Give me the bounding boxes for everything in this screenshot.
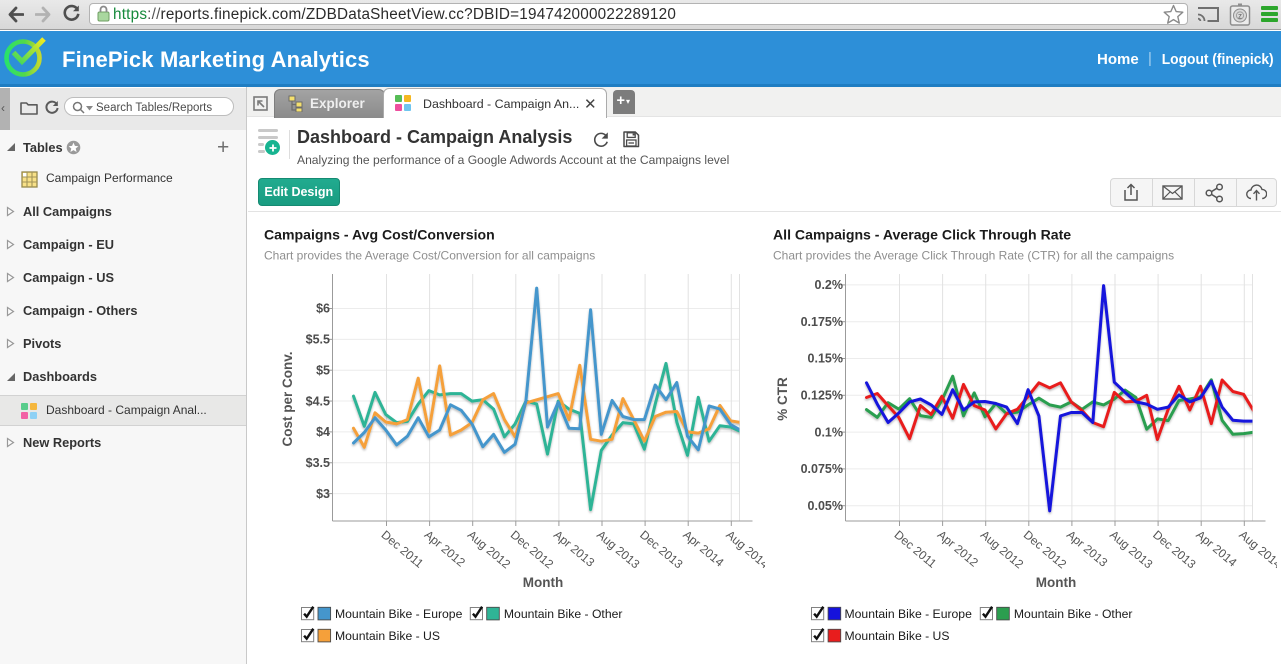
svg-text:Mountain Bike - Other: Mountain Bike - Other (1014, 607, 1133, 621)
svg-text:Apr 2013: Apr 2013 (551, 528, 598, 570)
svg-text:$4: $4 (316, 425, 330, 439)
svg-text:Dec 2012: Dec 2012 (1021, 528, 1070, 572)
svg-text:Month: Month (523, 575, 563, 590)
svg-text:z: z (1238, 12, 1242, 21)
svg-text:% CTR: % CTR (775, 377, 790, 421)
svg-text:Aug 2013: Aug 2013 (1107, 528, 1156, 572)
svg-text:$3.5: $3.5 (306, 456, 330, 470)
svg-text:Dec 2012: Dec 2012 (508, 528, 557, 572)
svg-text:Mountain Bike - US: Mountain Bike - US (845, 629, 950, 643)
svg-text:0.2%: 0.2% (815, 278, 844, 292)
svg-text:Month: Month (1036, 575, 1076, 590)
svg-text:0.15%: 0.15% (808, 352, 843, 366)
svg-text:Aug 2014: Aug 2014 (1236, 528, 1277, 572)
svg-text:Aug 2012: Aug 2012 (465, 528, 514, 572)
svg-text:$5.5: $5.5 (306, 333, 330, 347)
svg-text:Chart provides the Average Cos: Chart provides the Average Cost/Conversi… (264, 249, 595, 263)
svg-text:Apr 2012: Apr 2012 (935, 528, 982, 570)
svg-text:Chart provides the Average Cli: Chart provides the Average Click Through… (773, 249, 1174, 263)
svg-text:$5: $5 (316, 363, 330, 377)
svg-text:Aug 2014: Aug 2014 (723, 528, 765, 572)
svg-text:Aug 2013: Aug 2013 (594, 528, 643, 572)
svg-text:0.05%: 0.05% (808, 499, 843, 513)
svg-text:$6: $6 (316, 302, 330, 316)
svg-text:Campaigns - Avg Cost/Conversio: Campaigns - Avg Cost/Conversion (264, 227, 495, 243)
svg-text:0.125%: 0.125% (801, 389, 843, 403)
svg-text:$3: $3 (316, 487, 330, 501)
svg-text:$4.5: $4.5 (306, 394, 330, 408)
svg-text:Dec 2013: Dec 2013 (1150, 528, 1199, 572)
svg-text:Dec 2011: Dec 2011 (379, 528, 427, 571)
svg-text:0.1%: 0.1% (815, 425, 844, 439)
svg-text:Apr 2014: Apr 2014 (680, 528, 727, 570)
svg-text:Apr 2012: Apr 2012 (422, 528, 469, 570)
svg-text:All Campaigns - Average Click: All Campaigns - Average Click Through Ra… (773, 227, 1071, 243)
svg-text:Mountain Bike - Europe: Mountain Bike - Europe (335, 607, 463, 621)
svg-text:Cost per Conv.: Cost per Conv. (280, 351, 295, 446)
svg-text:Mountain Bike - Europe: Mountain Bike - Europe (845, 607, 973, 621)
svg-text:Apr 2014: Apr 2014 (1193, 528, 1240, 570)
svg-text:Aug 2012: Aug 2012 (978, 528, 1027, 572)
svg-text:0.075%: 0.075% (801, 462, 843, 476)
svg-text:Apr 2013: Apr 2013 (1064, 528, 1111, 570)
svg-text:Dec 2011: Dec 2011 (892, 528, 940, 571)
svg-text:Mountain Bike - Other: Mountain Bike - Other (504, 607, 623, 621)
svg-text:Mountain Bike - US: Mountain Bike - US (335, 629, 440, 643)
svg-text:0.175%: 0.175% (801, 315, 843, 329)
svg-text:Dec 2013: Dec 2013 (637, 528, 686, 572)
